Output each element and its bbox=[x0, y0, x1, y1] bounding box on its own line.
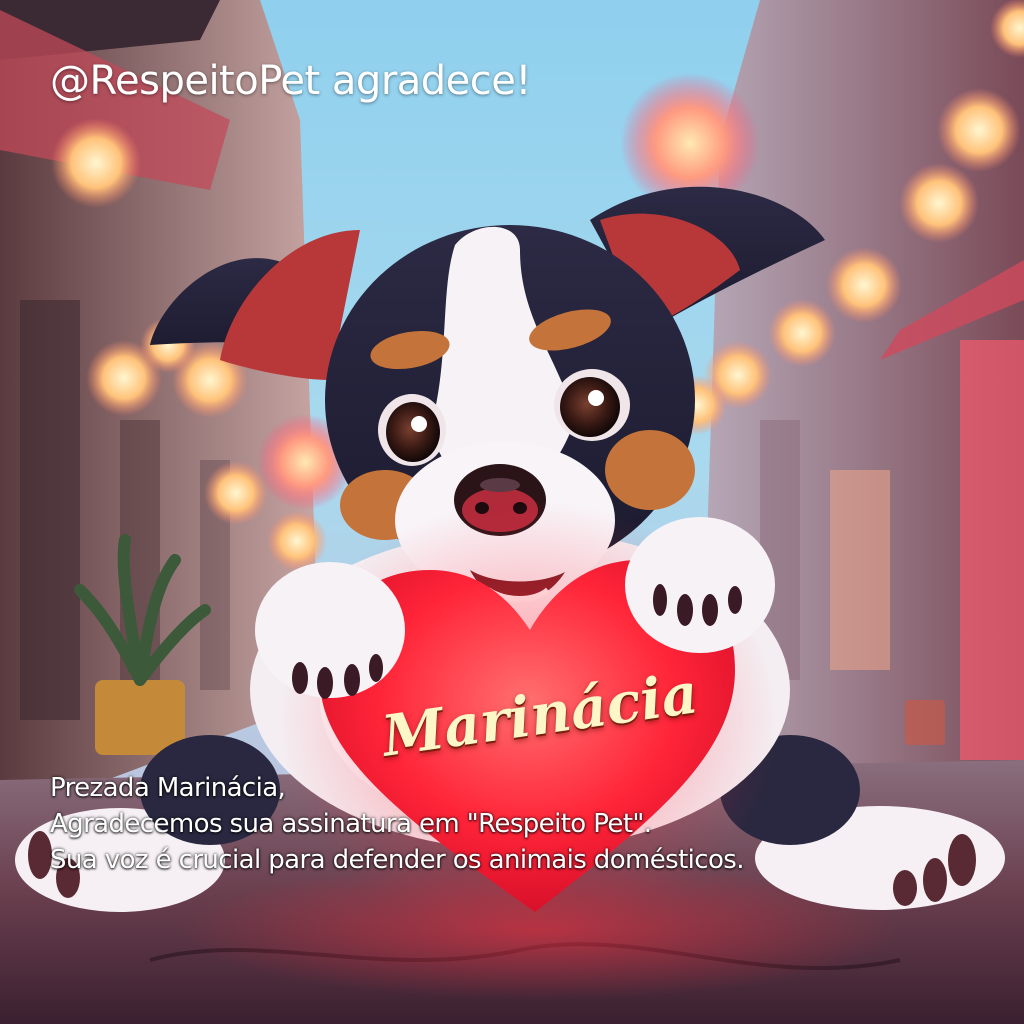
message-line-greeting: Prezada Marinácia, bbox=[50, 773, 286, 803]
greeting-card: @RespeitoPet agradece! Marinácia Prezada… bbox=[0, 0, 1024, 1024]
thank-you-message: Prezada Marinácia, Agradecemos sua assin… bbox=[50, 770, 990, 878]
message-line-purpose: Sua voz é crucial para defender os anima… bbox=[50, 845, 745, 875]
header-title: @RespeitoPet agradece! bbox=[50, 58, 531, 104]
message-line-thanks: Agradecemos sua assinatura em "Respeito … bbox=[50, 809, 652, 839]
